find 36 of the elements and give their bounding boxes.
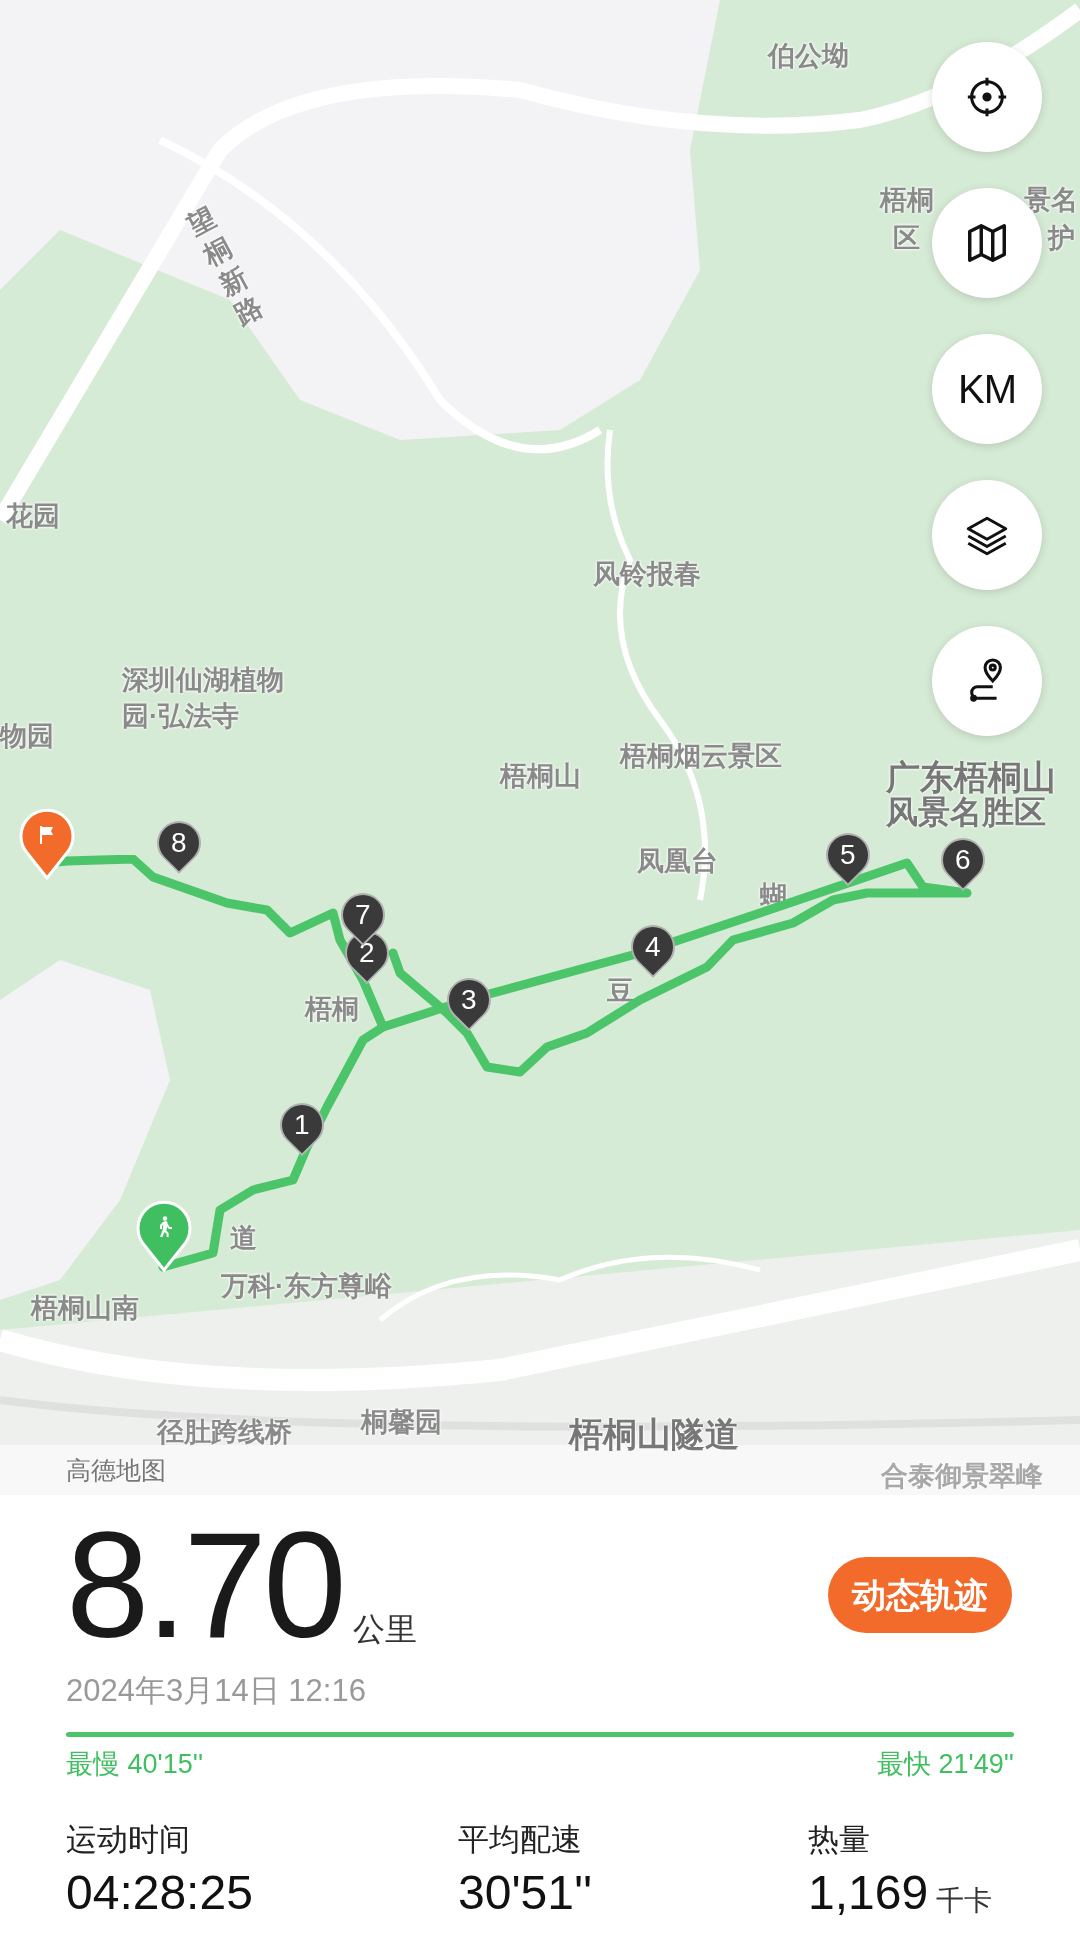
map-place-label: 凤凰台: [637, 845, 718, 878]
map-place-label: 梧桐山隧道: [569, 1414, 739, 1455]
map-place-label: 梧桐山南: [31, 1292, 139, 1325]
map-place-label: 合泰御景翠峰: [881, 1460, 1043, 1493]
map-place-label: 径肚跨线桥: [157, 1416, 292, 1449]
map-place-label: 园·弘法寺: [122, 700, 239, 733]
activity-date: 2024年3月14日 12:16: [66, 1675, 367, 1706]
map-place-label: 花园: [6, 500, 60, 533]
map-place-label: 梧桐烟云景区: [620, 740, 782, 773]
map-place-label: 梧桐: [305, 993, 359, 1026]
map-place-label: 望桐新路: [181, 201, 269, 333]
map-place-label: 景名: [1024, 184, 1078, 217]
map-place-label: 梧桐山: [500, 760, 581, 793]
distance-unit: 公里: [352, 1613, 417, 1645]
map-place-label: 道: [230, 1222, 257, 1255]
stat-value: 30'51'': [458, 1869, 593, 1917]
map-place-label: 万科·东方尊峪: [221, 1270, 392, 1303]
stat-label: 运动时间: [66, 1824, 191, 1855]
map-place-label: 物园: [0, 720, 54, 753]
map-attribution: 高德地图: [66, 1458, 166, 1483]
stat-label: 平均配速: [458, 1824, 583, 1855]
fastest-pace: 最快 21'49'': [876, 1751, 1014, 1778]
map-place-label: 梧桐: [880, 184, 934, 217]
stat-value: 1,169: [808, 1869, 929, 1917]
map-place-label: 区: [893, 222, 920, 255]
stat-label: 热量: [808, 1824, 871, 1855]
map-place-label: 广东梧桐山: [886, 757, 1056, 796]
map-place-label: 伯公坳: [768, 40, 849, 73]
map-place-label: 深圳仙湖植物: [122, 664, 284, 697]
distance-value: 8.70: [66, 1525, 343, 1645]
map-place-label: 护: [1048, 222, 1075, 255]
map-place-label: 桐馨园: [361, 1406, 442, 1439]
map-place-label: 风铃报春: [593, 558, 701, 591]
stat-value: 04:28:25: [66, 1869, 253, 1917]
slowest-pace: 最慢 40'15'': [66, 1751, 204, 1778]
stat-unit: 千卡: [936, 1887, 993, 1915]
